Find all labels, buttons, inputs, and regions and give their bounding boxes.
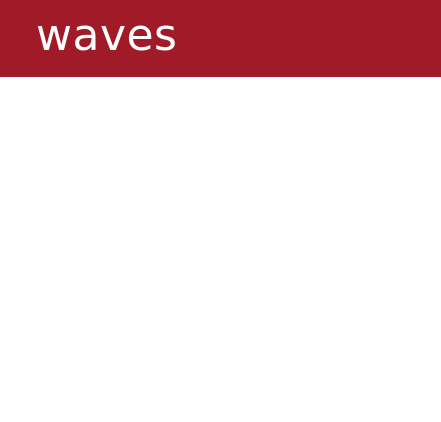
page: waves	[0, 0, 441, 422]
content-area	[0, 77, 441, 422]
header-bar: waves	[0, 0, 441, 77]
page-title: waves	[36, 10, 178, 61]
